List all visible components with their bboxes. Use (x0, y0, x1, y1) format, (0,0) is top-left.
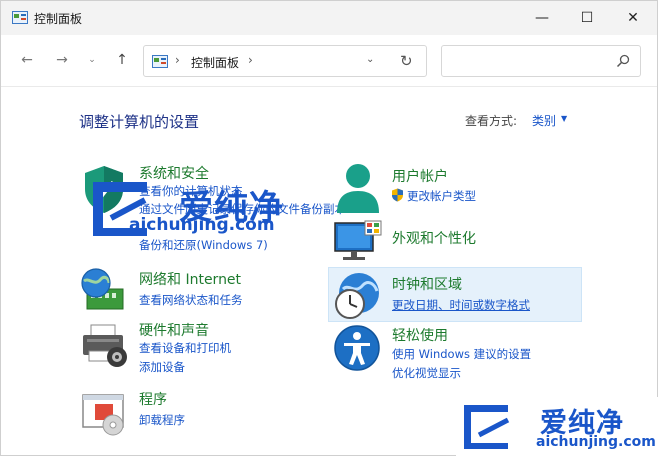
link-change-date-time-format[interactable]: 更改日期、时间或数字格式 (392, 297, 530, 313)
link-add-device[interactable]: 添加设备 (139, 359, 185, 375)
maximize-button[interactable]: ☐ (564, 1, 610, 35)
close-icon: ✕ (627, 10, 639, 26)
programs-icon (82, 394, 124, 436)
watermark-card-logo (464, 405, 510, 449)
control-panel-window: 控制面板 — ☐ ✕ ← → ⌄ ↑ › 控制面板 › ⌄ ↻ 调整计算机的设置… (0, 0, 658, 456)
control-panel-icon (152, 55, 168, 68)
link-change-account-type[interactable]: 更改帐户类型 (407, 188, 476, 204)
back-arrow-icon: ← (21, 52, 33, 68)
breadcrumb-separator[interactable]: › (248, 53, 253, 67)
view-by-label: 查看方式: (465, 114, 518, 128)
view-by-dropdown[interactable]: 类别 (532, 112, 556, 129)
printer-icon (83, 324, 127, 367)
dropdown-triangle-icon[interactable]: ▼ (561, 114, 567, 123)
forward-button[interactable]: → (51, 49, 73, 71)
clock-globe-icon (335, 273, 379, 319)
category-title-user-accounts[interactable]: 用户帐户 (392, 166, 448, 186)
network-globe-icon (81, 268, 124, 310)
up-arrow-icon: ↑ (116, 52, 128, 68)
chevron-down-icon: ⌄ (88, 55, 96, 65)
link-windows-recommended-settings[interactable]: 使用 Windows 建议的设置 (392, 346, 531, 362)
minimize-icon: — (535, 10, 549, 26)
link-network-status[interactable]: 查看网络状态和任务 (139, 292, 243, 308)
back-button[interactable]: ← (16, 49, 38, 71)
link-devices-printers[interactable]: 查看设备和打印机 (139, 340, 231, 356)
accessibility-icon (334, 325, 380, 371)
user-icon (337, 164, 379, 213)
breadcrumb-control-panel[interactable]: 控制面板 (191, 54, 239, 71)
watermark-url: aichunjing.com (129, 215, 275, 235)
address-bar[interactable]: › 控制面板 › ⌄ ↻ (143, 45, 427, 77)
window-title: 控制面板 (34, 12, 83, 26)
category-title-ease-of-access[interactable]: 轻松使用 (392, 325, 448, 345)
close-button[interactable]: ✕ (610, 1, 656, 35)
page-heading: 调整计算机的设置 (79, 113, 200, 131)
monitor-icon (334, 220, 382, 260)
minimize-button[interactable]: — (519, 1, 565, 35)
refresh-icon[interactable]: ↻ (400, 52, 413, 70)
search-box[interactable] (441, 45, 641, 77)
category-title-clock-region[interactable]: 时钟和区域 (392, 274, 462, 294)
search-icon[interactable] (616, 54, 630, 68)
link-uninstall-program[interactable]: 卸载程序 (139, 412, 185, 428)
title-bar[interactable]: 控制面板 — ☐ ✕ (1, 1, 657, 35)
category-title-network-internet[interactable]: 网络和 Internet (139, 269, 241, 289)
forward-arrow-icon: → (56, 52, 68, 68)
watermark-card: 爱纯净 aichunjing.com (456, 397, 658, 456)
up-button[interactable]: ↑ (111, 49, 133, 71)
category-title-appearance[interactable]: 外观和个性化 (392, 228, 476, 248)
control-panel-icon (12, 11, 28, 24)
maximize-icon: ☐ (580, 10, 594, 26)
uac-shield-icon (392, 188, 403, 202)
recent-locations-button[interactable]: ⌄ (81, 49, 103, 71)
category-title-hardware-sound[interactable]: 硬件和声音 (139, 320, 209, 340)
address-dropdown-icon[interactable]: ⌄ (366, 54, 374, 65)
watermark-card-url: aichunjing.com (536, 434, 656, 450)
navigation-bar: ← → ⌄ ↑ › 控制面板 › ⌄ ↻ (1, 35, 657, 87)
breadcrumb-separator[interactable]: › (175, 53, 180, 67)
link-optimize-visual-display[interactable]: 优化视觉显示 (392, 365, 461, 381)
category-title-programs[interactable]: 程序 (139, 389, 167, 409)
